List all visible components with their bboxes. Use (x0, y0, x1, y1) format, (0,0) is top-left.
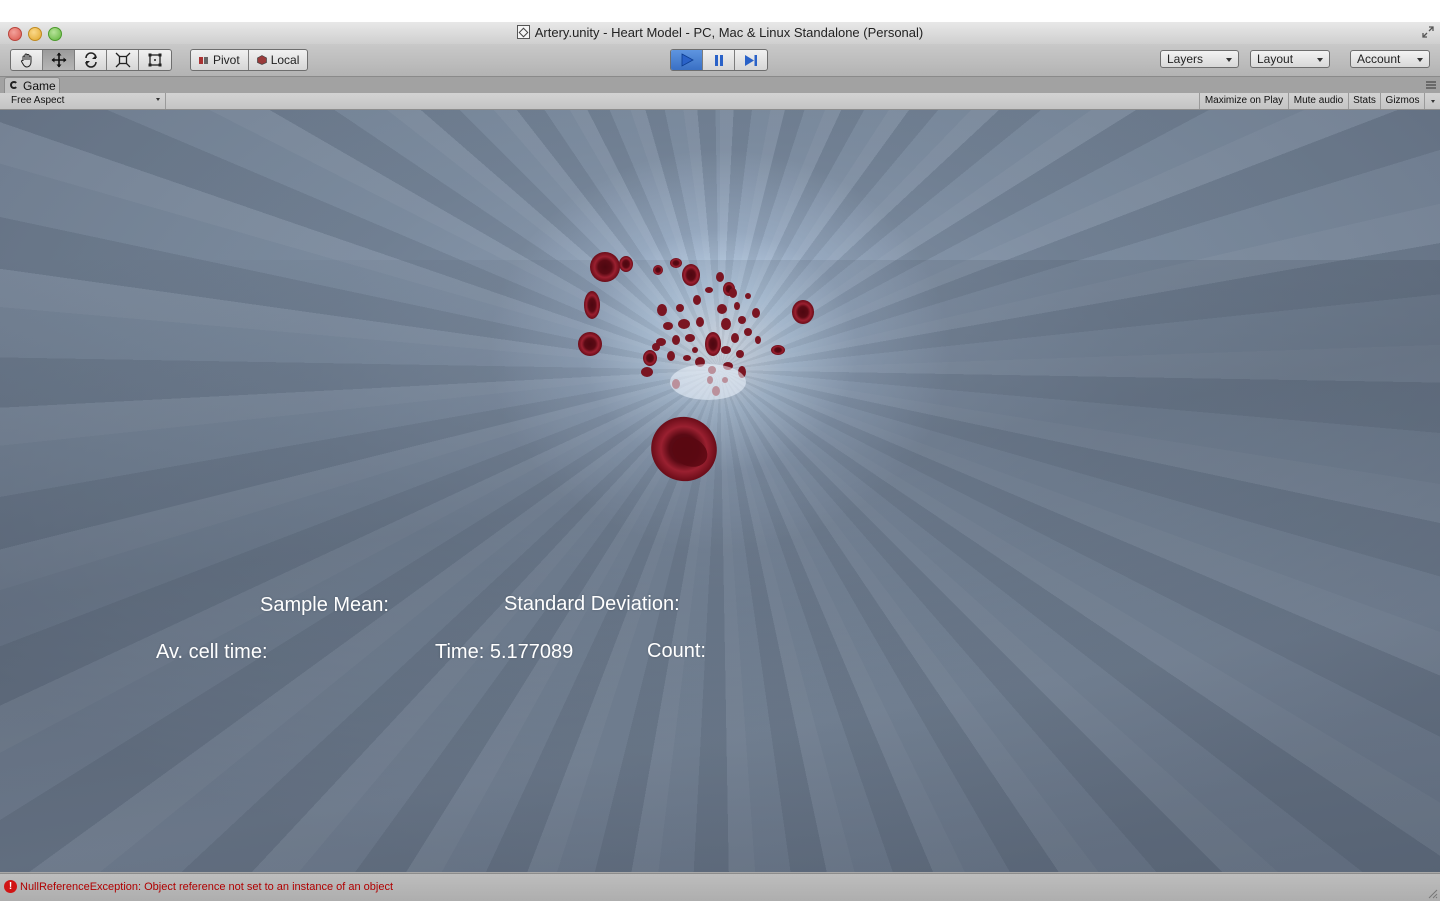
move-tool-button[interactable] (43, 50, 75, 70)
stats-toggle[interactable]: Stats (1348, 93, 1380, 109)
chevron-down-icon (1417, 58, 1423, 62)
gizmos-toggle[interactable]: Gizmos (1380, 93, 1424, 109)
local-label: Local (270, 53, 300, 67)
count-label: Count: (647, 640, 706, 662)
rect-tool-button[interactable] (139, 50, 171, 70)
red-blood-cell (619, 256, 633, 272)
resize-grip-icon[interactable] (1426, 887, 1438, 899)
red-blood-cell (670, 258, 682, 268)
game-tab-bar: Game (0, 77, 1440, 94)
transform-tools (10, 49, 172, 71)
error-icon: ! (4, 880, 17, 893)
account-label: Account (1357, 52, 1401, 66)
hand-icon (20, 53, 31, 68)
maximize-on-play-toggle[interactable]: Maximize on Play (1199, 93, 1288, 109)
pivot-label: Pivot (213, 53, 240, 67)
play-button[interactable] (671, 50, 703, 70)
chevron-down-icon (1317, 58, 1323, 62)
time-readout: Time: 5.177089 (435, 641, 574, 663)
standard-deviation-label: Standard Deviation: (504, 593, 680, 615)
mute-label: Mute audio (1293, 95, 1344, 106)
blood-cells-layer (578, 252, 814, 482)
unity-scene-icon (516, 25, 530, 39)
main-toolbar: Pivot Local Layers Layout Account (0, 44, 1440, 77)
play-controls (670, 49, 768, 71)
window-title: Artery.unity - Heart Model - PC, Mac & L… (534, 25, 924, 40)
hand-tool-button[interactable] (11, 50, 43, 70)
scale-icon (115, 52, 130, 68)
move-icon (51, 52, 66, 68)
local-toggle[interactable]: Local (249, 50, 308, 70)
red-blood-cell (643, 350, 657, 366)
game-view-toolbar: Free Aspect Maximize on Play Mute audio … (0, 93, 1440, 110)
maximize-label: Maximize on Play (1204, 95, 1284, 106)
chevron-down-icon (1226, 58, 1232, 62)
pivot-mode-toggles: Pivot Local (190, 49, 309, 71)
rotate-icon (84, 52, 97, 68)
red-blood-cell (682, 264, 700, 286)
aspect-label: Free Aspect (11, 95, 65, 106)
red-blood-cell (584, 291, 600, 319)
chevron-down-icon (156, 98, 160, 101)
local-icon (256, 55, 267, 65)
sample-mean-label: Sample Mean: (260, 594, 389, 616)
fullscreen-icon[interactable] (1422, 26, 1434, 38)
pause-button[interactable] (703, 50, 735, 70)
panel-menu-icon[interactable] (1426, 81, 1436, 89)
tab-game[interactable]: Game (4, 77, 60, 94)
gizmos-label: Gizmos (1385, 95, 1420, 106)
game-viewport[interactable]: Sample Mean: Standard Deviation: Av. cel… (0, 110, 1440, 872)
layers-dropdown[interactable]: Layers (1160, 50, 1239, 68)
pause-icon (714, 54, 723, 66)
pivot-icon (199, 56, 208, 64)
tab-game-label: Game (23, 79, 56, 93)
scale-tool-button[interactable] (107, 50, 139, 70)
red-blood-cell (653, 265, 663, 275)
layout-label: Layout (1257, 52, 1294, 66)
layers-label: Layers (1167, 52, 1204, 66)
unity-editor-window: Artery.unity - Heart Model - PC, Mac & L… (0, 22, 1440, 901)
red-blood-cell (792, 300, 814, 324)
rotate-tool-button[interactable] (75, 50, 107, 70)
game-view-icon (10, 81, 18, 89)
red-blood-cell (590, 252, 620, 282)
pivot-toggle[interactable]: Pivot (191, 50, 249, 70)
artery-opening-glow (670, 364, 746, 400)
gizmos-dropdown[interactable] (1424, 93, 1440, 109)
red-blood-cell (705, 332, 721, 356)
play-icon (681, 53, 694, 67)
account-dropdown[interactable]: Account (1350, 50, 1430, 68)
average-cell-time-label: Av. cell time: (156, 641, 268, 663)
stats-label: Stats (1353, 95, 1376, 106)
rect-tool-icon (148, 53, 162, 67)
chevron-down-icon (1430, 100, 1435, 103)
aspect-dropdown[interactable]: Free Aspect (0, 93, 166, 109)
step-button[interactable] (735, 50, 767, 70)
red-blood-cell (771, 345, 785, 355)
layout-dropdown[interactable]: Layout (1250, 50, 1330, 68)
red-blood-cell-large (651, 416, 717, 482)
window-title-container: Artery.unity - Heart Model - PC, Mac & L… (0, 25, 1440, 40)
error-message: NullReferenceException: Object reference… (20, 881, 393, 893)
mute-audio-toggle[interactable]: Mute audio (1288, 93, 1348, 109)
step-icon (745, 54, 757, 66)
red-blood-cell (578, 332, 602, 356)
title-bar: Artery.unity - Heart Model - PC, Mac & L… (0, 22, 1440, 45)
console-status-bar[interactable]: ! NullReferenceException: Object referen… (0, 873, 1440, 901)
